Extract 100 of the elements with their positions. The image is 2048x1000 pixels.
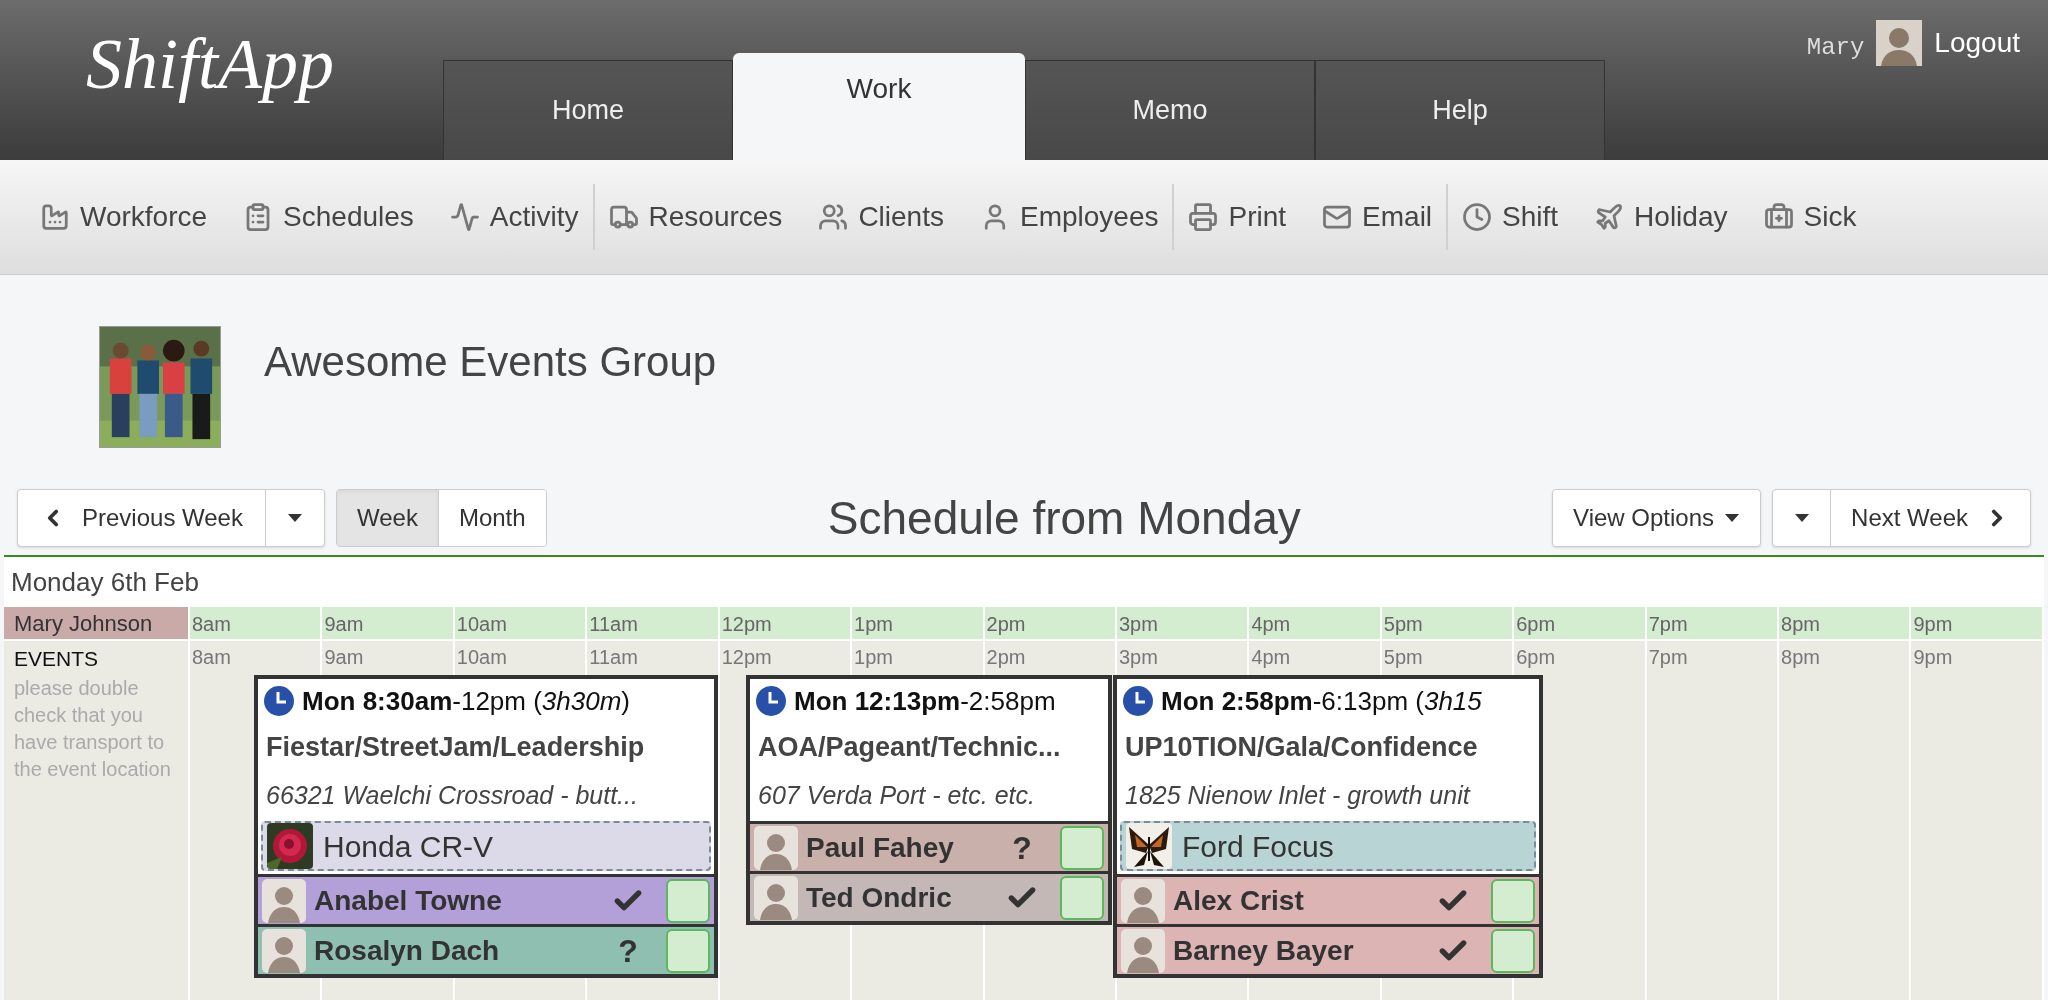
hour-label: 3pm (1118, 646, 1158, 668)
shift-time: Mon 2:58pm-6:13pm (3h15 (1161, 684, 1482, 718)
avatar-icon (754, 875, 798, 920)
staff-name: Barney Bayer (1173, 933, 1354, 968)
toolbar-button[interactable]: Workforce (40, 196, 208, 238)
hour-cell: 4pm (1249, 607, 1382, 639)
hour-cell: 7pm (1646, 607, 1780, 639)
caret-icon (286, 513, 303, 523)
shift-card[interactable]: Mon 2:58pm-6:13pm (3h15 UP10TION/Gala/Confidence 1825 Nienow Inlet - growth unit Ford Focus Alex Crist Barney Bayer (1113, 675, 1543, 978)
hour-cell: 10am (454, 607, 588, 639)
view-options-button[interactable]: View Options (1552, 489, 1762, 547)
hour-label: 12pm (721, 646, 772, 668)
caret-icon (1793, 513, 1810, 523)
staff-row[interactable]: Anabel Towne (258, 874, 714, 924)
hour-label: 6pm (1516, 646, 1556, 668)
avatar-icon (1121, 928, 1165, 973)
toolbar-button[interactable]: Sick (1763, 196, 1857, 238)
toolbar-button[interactable]: Email (1322, 196, 1433, 238)
toolbar-button[interactable]: Shift (1462, 196, 1559, 238)
toolbar-button[interactable]: Print (1188, 196, 1287, 238)
shift-address: 1825 Nienow Inlet - growth unit (1125, 780, 1470, 812)
hour-cell: 9pm (1911, 607, 2044, 639)
checkbox[interactable] (666, 878, 710, 923)
users-icon (818, 202, 849, 232)
staff-name: Anabel Towne (314, 883, 502, 918)
avatar-icon (1876, 20, 1923, 66)
vehicle-row[interactable]: Honda CR-V (261, 821, 711, 871)
checkbox[interactable] (1060, 825, 1104, 870)
events-note: please double check that you have transport to the event location (14, 675, 172, 782)
shift-card[interactable]: Mon 12:13pm-2:58pm AOA/Pageant/Technic... 607 Verda Port - etc. etc. Paul Fahey ? Ted Ondric (746, 675, 1112, 925)
shift-time: Mon 12:13pm-2:58pm (794, 684, 1056, 718)
schedule-title: Schedule from Monday (827, 490, 1301, 546)
caret-icon (1724, 513, 1741, 523)
staff-row[interactable]: Paul Fahey ? (750, 821, 1108, 871)
hour-label: 1pm (854, 646, 893, 668)
user-name: Mary (1806, 33, 1865, 63)
pulse-icon (449, 202, 480, 232)
staff-name: Rosalyn Dach (314, 933, 500, 968)
vehicle-name: Ford Focus (1182, 828, 1334, 865)
hour-cell: 12pm (719, 607, 853, 639)
hour-label: 11am (589, 646, 638, 668)
nav-tab[interactable]: Home (443, 60, 733, 160)
clock-icon (1462, 202, 1493, 232)
hour-cell: 8am (190, 607, 323, 639)
employee-name: Mary Johnson (4, 607, 188, 639)
unconfirmed-mark: ? (1011, 828, 1033, 868)
hour-cell: 6pm (1514, 607, 1647, 639)
hour-label: 5pm (1383, 646, 1423, 668)
hour-cell: 5pm (1381, 607, 1515, 639)
nav-tab[interactable]: Memo (1025, 60, 1315, 160)
checkbox[interactable] (666, 928, 710, 973)
events-label: EVENTS (14, 646, 100, 672)
factory-icon (40, 202, 70, 232)
avatar-icon (1121, 878, 1165, 923)
staff-row[interactable]: Rosalyn Dach ? (258, 924, 714, 974)
toolbar-button[interactable]: Schedules (243, 196, 414, 238)
hour-cell: 1pm (852, 607, 985, 639)
shift-address: 607 Verda Port - etc. etc. (758, 780, 1035, 812)
vehicle-row[interactable]: Ford Focus (1120, 821, 1536, 871)
hour-label: 10am (456, 646, 507, 668)
hour-cell: 9am (322, 607, 455, 639)
staff-row[interactable]: Ted Ondric (750, 871, 1108, 921)
toolbar-button[interactable]: Employees (979, 196, 1159, 238)
staff-row[interactable]: Alex Crist (1117, 874, 1539, 924)
nav-tab[interactable]: Help (1315, 60, 1605, 160)
unconfirmed-mark: ? (617, 931, 639, 971)
hour-cell: 8pm (1779, 607, 1912, 639)
staff-row[interactable]: Barney Bayer (1117, 924, 1539, 974)
clock-icon (264, 686, 294, 716)
staff-name: Ted Ondric (806, 880, 952, 915)
toolbar-button[interactable]: Holiday (1594, 196, 1728, 238)
toolbar-button[interactable]: Resources (608, 196, 783, 238)
company-name: Awesome Events Group (264, 337, 717, 387)
checkbox[interactable] (1491, 878, 1535, 923)
avatar-icon (754, 825, 798, 870)
staff-name: Paul Fahey (806, 830, 954, 865)
checkbox[interactable] (1491, 928, 1535, 973)
toolbar-button[interactable]: Activity (449, 196, 579, 238)
shift-time: Mon 8:30am-12pm (3h30m) (302, 684, 630, 718)
checkbox[interactable] (1060, 875, 1104, 920)
shift-title: Fiestar/StreetJam/Leadership (266, 730, 645, 764)
plane-icon (1594, 202, 1625, 232)
view-toggle[interactable]: Week (336, 490, 439, 546)
view-toggle[interactable]: Month (438, 490, 546, 546)
avatar-icon (262, 878, 306, 923)
hour-label: 8pm (1781, 646, 1820, 668)
hour-label: 9pm (1913, 646, 1953, 668)
logout-link[interactable]: Logout (1934, 22, 2020, 64)
nav-tab[interactable]: Work (733, 53, 1025, 160)
hour-cell: 3pm (1116, 607, 1250, 639)
shift-card[interactable]: Mon 8:30am-12pm (3h30m) Fiestar/StreetJam/Leadership 66321 Waelchi Crossroad - butt... Honda CR-V Anabel Towne Rosalyn Dach ? (254, 675, 718, 978)
date-heading: Monday 6th Feb (11, 565, 199, 599)
hour-label: 2pm (986, 646, 1026, 668)
shift-address: 66321 Waelchi Crossroad - butt... (266, 780, 638, 812)
hour-label: 4pm (1251, 646, 1291, 668)
toolbar-button[interactable]: Clients (818, 196, 944, 238)
clock-icon (756, 686, 786, 716)
hour-label: 7pm (1648, 646, 1688, 668)
hour-cell: 11am (587, 607, 720, 639)
hour-label: 8am (192, 646, 231, 668)
